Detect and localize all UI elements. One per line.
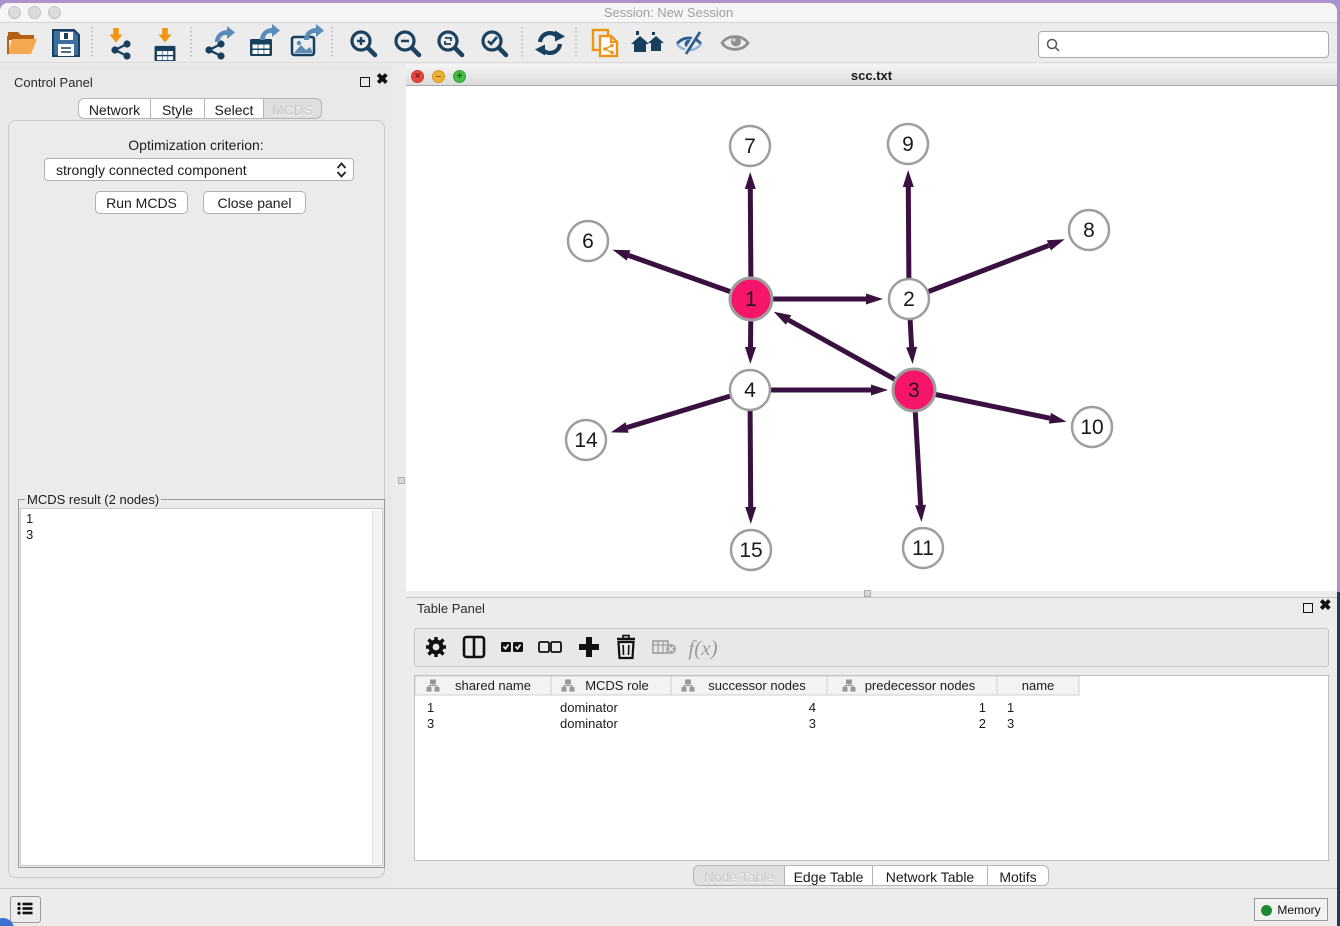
svg-text:f(x): f(x) (688, 636, 717, 660)
svg-text:4: 4 (809, 700, 816, 715)
svg-text:1: 1 (979, 700, 986, 715)
svg-text:3: 3 (908, 379, 920, 402)
svg-text:4: 4 (744, 379, 756, 402)
svg-text:predecessor nodes: predecessor nodes (865, 678, 976, 693)
svg-text:11: 11 (912, 537, 934, 560)
svg-text:6: 6 (582, 230, 594, 253)
svg-text:2: 2 (979, 716, 986, 731)
svg-text:MCDS role: MCDS role (585, 678, 649, 693)
svg-text:successor nodes: successor nodes (708, 678, 806, 693)
svg-text:1: 1 (1007, 700, 1014, 715)
svg-text:14: 14 (574, 429, 598, 452)
svg-text:name: name (1022, 678, 1055, 693)
svg-text:1: 1 (745, 288, 757, 311)
svg-text:2: 2 (903, 288, 915, 311)
svg-text:8: 8 (1083, 219, 1095, 242)
svg-text:3: 3 (809, 716, 816, 731)
svg-text:dominator: dominator (560, 700, 618, 715)
svg-text:9: 9 (902, 133, 914, 156)
svg-text:shared name: shared name (455, 678, 531, 693)
svg-text:1: 1 (427, 700, 434, 715)
svg-text:7: 7 (744, 135, 756, 158)
svg-text:dominator: dominator (560, 716, 618, 731)
svg-text:3: 3 (1007, 716, 1014, 731)
svg-text:10: 10 (1080, 416, 1103, 439)
svg-text:15: 15 (739, 539, 762, 562)
svg-text:3: 3 (427, 716, 434, 731)
